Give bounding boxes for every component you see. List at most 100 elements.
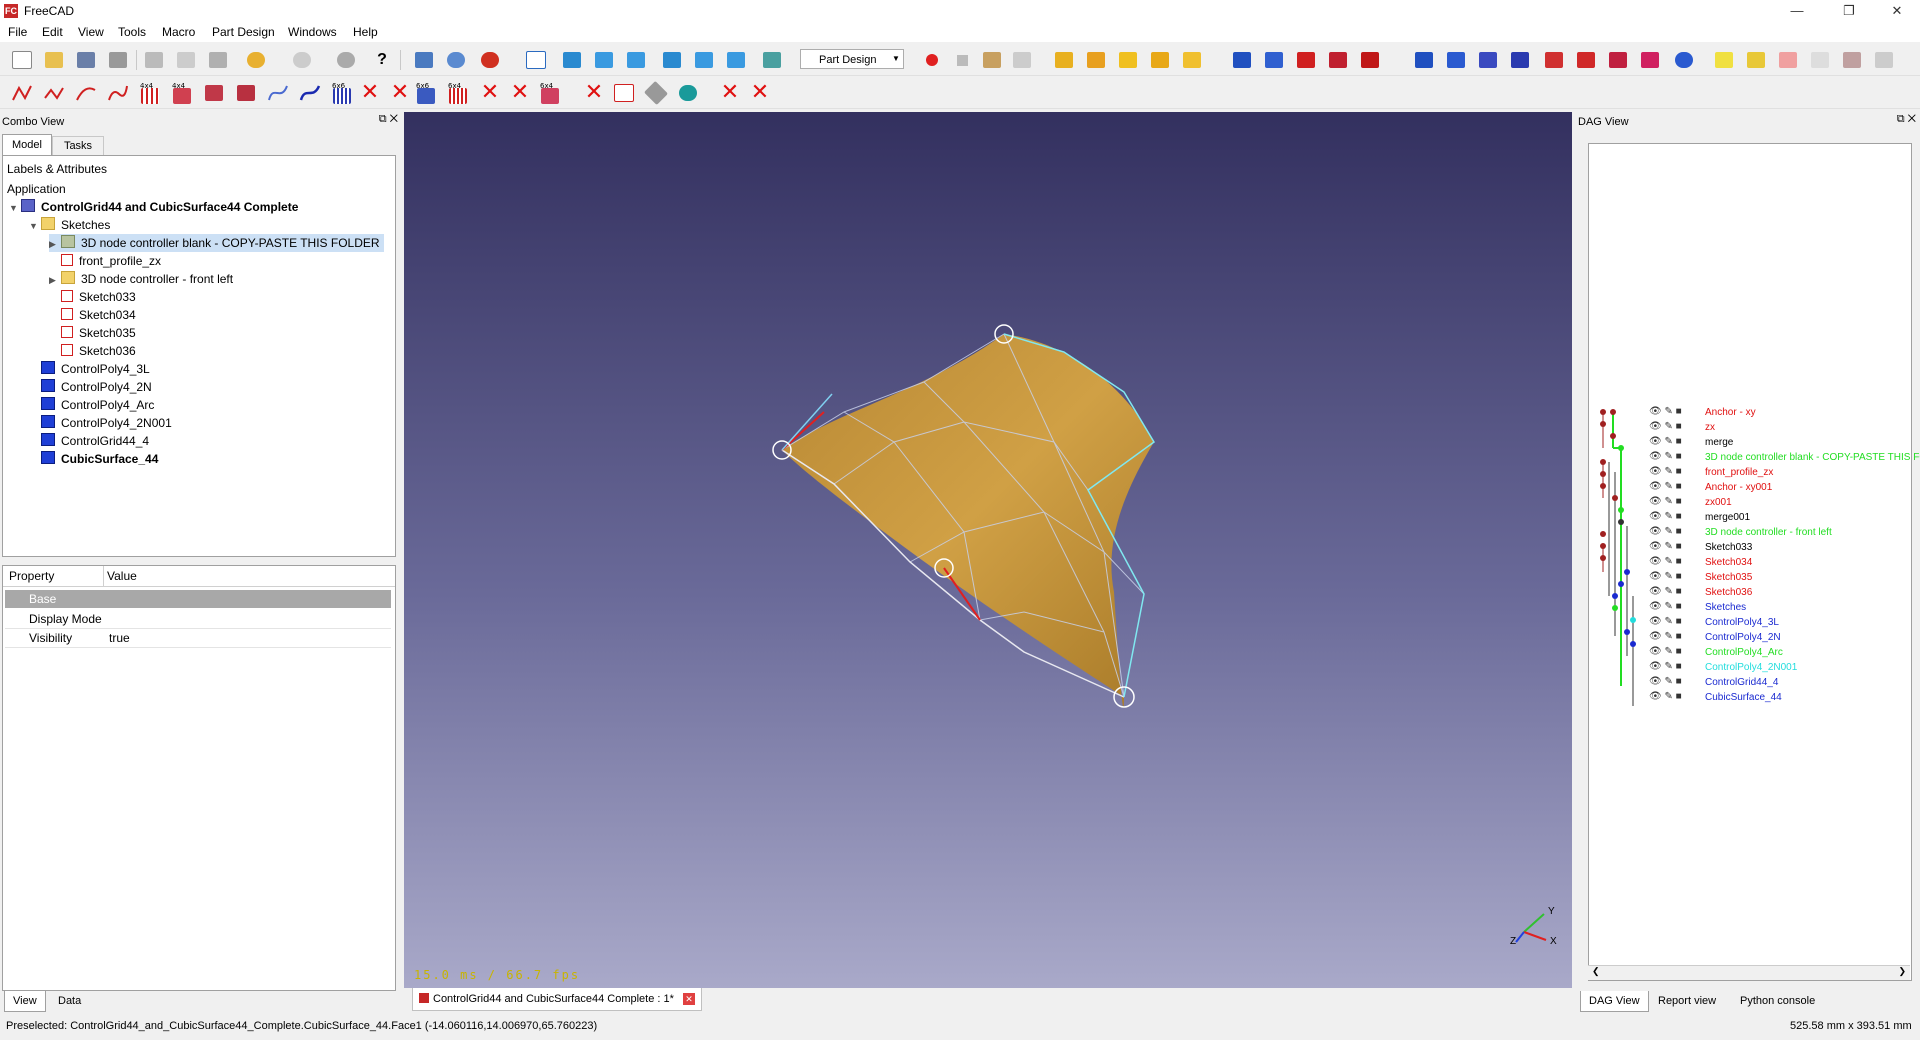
close-tab-icon[interactable]: ✕: [682, 993, 695, 1005]
cubic-surface-66-button[interactable]: 6x6: [414, 82, 438, 104]
dag-horizontal-scrollbar[interactable]: ❮ ❯: [1588, 965, 1910, 980]
tree-item[interactable]: Sketch034: [61, 306, 136, 324]
property-row[interactable]: Display Mode: [5, 610, 391, 629]
fit-selection-button[interactable]: [444, 49, 468, 71]
dag-node-label[interactable]: merge001: [1705, 511, 1750, 525]
tab-data[interactable]: Data: [50, 991, 89, 1011]
tree-item[interactable]: ▶ 3D node controller - front left: [49, 270, 233, 288]
save-button[interactable]: [74, 49, 98, 71]
hole-button[interactable]: [1262, 49, 1286, 71]
dag-node-label[interactable]: 3D node controller blank - COPY-PASTE TH…: [1705, 451, 1920, 465]
pocket-button[interactable]: [1230, 49, 1254, 71]
cubic-surface-64-button[interactable]: 6x4: [538, 82, 562, 104]
visibility-eye-icon[interactable]: 👁: [1649, 511, 1662, 522]
dag-node-label[interactable]: zx: [1705, 421, 1715, 435]
print-button[interactable]: [106, 49, 130, 71]
sketch-tool-button[interactable]: [612, 82, 636, 104]
boolean-button[interactable]: [1672, 49, 1696, 71]
property-group-base[interactable]: Base: [5, 590, 391, 608]
visibility-eye-icon[interactable]: 👁: [1649, 556, 1662, 567]
visibility-eye-icon[interactable]: 👁: [1649, 661, 1662, 672]
dag-node-label[interactable]: ControlPoly4_Arc: [1705, 646, 1783, 660]
menu-file[interactable]: File: [8, 25, 27, 39]
tree-item[interactable]: front_profile_zx: [61, 252, 161, 270]
copy-button[interactable]: [174, 49, 198, 71]
mirrored-button[interactable]: [1412, 49, 1436, 71]
wrench-tool-button[interactable]: [643, 80, 669, 106]
menu-windows[interactable]: Windows: [288, 25, 337, 39]
dag-node-label[interactable]: Sketch035: [1705, 571, 1752, 585]
dag-node-label[interactable]: ControlPoly4_2N: [1705, 631, 1781, 645]
visibility-eye-icon[interactable]: 👁: [1649, 571, 1662, 582]
close-window-button[interactable]: ✕: [1874, 0, 1920, 22]
minimize-button[interactable]: —: [1774, 0, 1820, 22]
multi-transform-button[interactable]: [1508, 49, 1532, 71]
workbench-selector[interactable]: Part Design: [800, 49, 904, 69]
chevron-down-icon[interactable]: ▼: [9, 199, 21, 217]
visibility-eye-icon[interactable]: 👁: [1649, 616, 1662, 627]
tab-dag-view[interactable]: DAG View: [1580, 991, 1649, 1012]
linear-pattern-button[interactable]: [1444, 49, 1468, 71]
dag-node-label[interactable]: merge: [1705, 436, 1733, 450]
view-rear-button[interactable]: [660, 49, 684, 71]
control-poly-2n-button[interactable]: [42, 82, 66, 104]
draw-style-button[interactable]: [478, 49, 502, 71]
dag-node-label[interactable]: ControlGrid44_4: [1705, 676, 1778, 690]
dag-node-label[interactable]: 3D node controller - front left: [1705, 526, 1832, 540]
measure-button[interactable]: [760, 49, 784, 71]
menu-tools[interactable]: Tools: [118, 25, 146, 39]
view-isometric-button[interactable]: [524, 49, 548, 71]
tree-item[interactable]: ControlPoly4_Arc: [41, 396, 154, 414]
cubic-surface-44-button[interactable]: 4x4: [170, 82, 194, 104]
blend-curve-2-button[interactable]: [298, 82, 322, 104]
visibility-eye-icon[interactable]: 👁: [1649, 496, 1662, 507]
blend-curve-button[interactable]: [266, 82, 290, 104]
visibility-eye-icon[interactable]: 👁: [1649, 541, 1662, 552]
tree-item[interactable]: Sketch036: [61, 342, 136, 360]
new-document-button[interactable]: [10, 49, 34, 71]
polar-pattern-button[interactable]: [1476, 49, 1500, 71]
visibility-eye-icon[interactable]: 👁: [1649, 451, 1662, 462]
visibility-eye-icon[interactable]: 👁: [1649, 526, 1662, 537]
dag-graph[interactable]: 👁 ✎ ■ Anchor - xy 👁 ✎ ■ zx 👁 ✎ ■ merge 👁 ✎ ■ 3D…: [1588, 143, 1920, 981]
whats-this-button[interactable]: ?: [370, 49, 394, 71]
view-bottom-button[interactable]: [692, 49, 716, 71]
migrate-button[interactable]: [1840, 49, 1864, 71]
export-button[interactable]: [1872, 49, 1896, 71]
surface-b-button[interactable]: [202, 82, 226, 104]
control-grid-64-button[interactable]: 6x4: [446, 82, 470, 104]
tab-view[interactable]: View: [4, 991, 46, 1012]
redo-button[interactable]: [290, 49, 314, 71]
dag-node-label[interactable]: ControlPoly4_2N001: [1705, 661, 1797, 675]
delete-e-button[interactable]: ✕: [582, 82, 606, 104]
visibility-eye-icon[interactable]: 👁: [1649, 631, 1662, 642]
tree-item[interactable]: Sketch035: [61, 324, 136, 342]
tree-item[interactable]: ControlPoly4_3L: [41, 360, 150, 378]
clone-button[interactable]: [1808, 49, 1832, 71]
view-front-button[interactable]: [560, 49, 584, 71]
dag-node-label[interactable]: CubicSurface_44: [1705, 691, 1782, 705]
control-poly-2n001-button[interactable]: [106, 82, 130, 104]
dag-node-label[interactable]: Sketches: [1705, 601, 1746, 615]
chevron-right-icon[interactable]: ▶: [49, 235, 61, 253]
dag-node-label[interactable]: ControlPoly4_3L: [1705, 616, 1779, 630]
tree-document[interactable]: ▼ ControlGrid44 and CubicSurface44 Comple…: [9, 198, 298, 216]
visibility-eye-icon[interactable]: 👁: [1649, 406, 1662, 417]
dag-node-label[interactable]: Sketch033: [1705, 541, 1752, 555]
tree-item[interactable]: ControlPoly4_2N: [41, 378, 152, 396]
macro-run-button[interactable]: [1010, 49, 1034, 71]
control-grid-44-button[interactable]: 4x4: [138, 82, 162, 104]
additive-primitive-button[interactable]: [1180, 49, 1204, 71]
delete-c-button[interactable]: ✕: [478, 82, 502, 104]
delete-f-button[interactable]: ✕: [718, 82, 742, 104]
control-grid-66-button[interactable]: 6x6: [330, 82, 354, 104]
subtractive-loft-button[interactable]: [1326, 49, 1350, 71]
paste-button[interactable]: [206, 49, 230, 71]
visibility-eye-icon[interactable]: 👁: [1649, 646, 1662, 657]
visibility-eye-icon[interactable]: 👁: [1649, 691, 1662, 702]
revolution-button[interactable]: [1084, 49, 1108, 71]
visibility-eye-icon[interactable]: 👁: [1649, 436, 1662, 447]
tab-model[interactable]: Model: [2, 134, 52, 155]
fit-all-button[interactable]: [412, 49, 436, 71]
dag-node-label[interactable]: Anchor - xy: [1705, 406, 1756, 420]
